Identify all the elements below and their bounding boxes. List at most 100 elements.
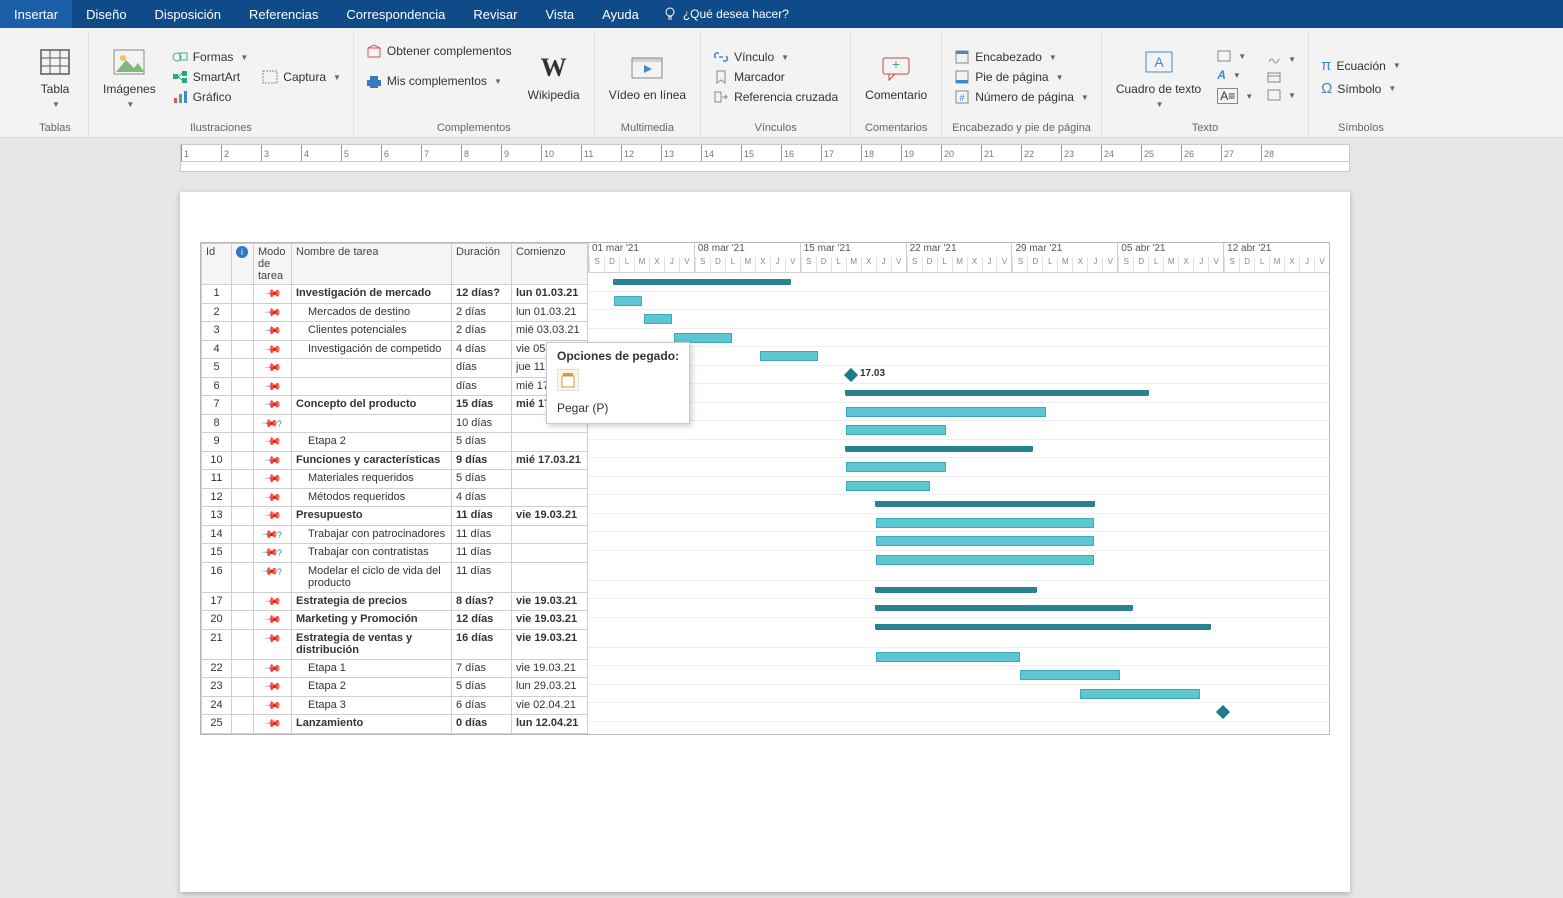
quickparts-button[interactable]: ▼ [1213,48,1257,64]
col-name[interactable]: Nombre de tarea [292,244,452,285]
paste-label[interactable]: Pegar (P) [557,397,679,415]
marcador-button[interactable]: Marcador [709,68,842,86]
task-row[interactable]: 4📌Investigación de competido4 díasvie 05… [202,340,588,359]
summary-bar[interactable] [846,446,1032,452]
group-label-tablas: Tablas [30,120,80,137]
group-label-texto: Texto [1110,120,1300,137]
signature-button[interactable]: ▼ [1263,51,1300,67]
task-bar[interactable] [846,462,946,472]
imagenes-button[interactable]: Imágenes▼ [97,34,162,120]
task-row[interactable]: 17📌Estrategia de precios8 días?vie 19.03… [202,592,588,611]
video-button[interactable]: Vídeo en línea [603,34,692,120]
task-row[interactable]: 10📌Funciones y características9 díasmié … [202,451,588,470]
task-row[interactable]: 6📌díasmié 17.03.21 [202,377,588,396]
grafico-button[interactable]: Gráfico [168,88,253,106]
task-bar[interactable] [876,652,1020,662]
milestone-marker[interactable] [844,367,858,381]
task-bar[interactable] [876,555,1094,565]
col-duration[interactable]: Duración [452,244,512,285]
task-row[interactable]: 1📌Investigación de mercado12 días?lun 01… [202,285,588,304]
obtener-complementos-button[interactable]: Obtener complementos [362,42,516,60]
captura-button[interactable]: Captura▼ [258,68,345,86]
referencia-cruzada-button[interactable]: Referencia cruzada [709,88,842,106]
ribbon-tab-ayuda[interactable]: Ayuda [588,0,653,28]
task-row[interactable]: 12📌Métodos requeridos4 días [202,488,588,507]
task-row[interactable]: 21📌Estrategia de ventas y distribución16… [202,629,588,659]
mis-complementos-button[interactable]: Mis complementos▼ [362,72,516,90]
task-row[interactable]: 16📌?Modelar el ciclo de vida del product… [202,562,588,592]
encabezado-button[interactable]: Encabezado▼ [950,48,1093,66]
task-bar[interactable] [1020,670,1120,680]
wordart-button[interactable]: A▼ [1213,66,1257,84]
task-row[interactable]: 7📌Concepto del producto15 díasmié 17.03.… [202,396,588,415]
group-label-ilustraciones: Ilustraciones [97,120,345,137]
task-bar[interactable] [760,351,818,361]
ribbon-tab-insertar[interactable]: Insertar [0,0,72,28]
gantt-chart-object[interactable]: Id i Modo de tarea Nombre de tarea Durac… [200,242,1330,735]
chart-row [588,329,1329,348]
formas-button[interactable]: Formas▼ [168,48,253,66]
col-mode[interactable]: Modo de tarea [254,244,292,285]
chart-row [588,292,1329,311]
task-row[interactable]: 15📌?Trabajar con contratistas11 días [202,544,588,563]
paste-keep-source-icon[interactable] [557,369,579,391]
col-id[interactable]: Id [202,244,232,285]
col-info[interactable]: i [232,244,254,285]
wikipedia-icon: W [537,51,571,85]
task-row[interactable]: 11📌Materiales requeridos5 días [202,470,588,489]
summary-bar[interactable] [876,501,1094,507]
task-row[interactable]: 20📌Marketing y Promoción12 díasvie 19.03… [202,611,588,630]
pie-pagina-button[interactable]: Pie de página▼ [950,68,1093,86]
comentario-button[interactable]: + Comentario [859,34,933,120]
object-button[interactable]: ▼ [1263,87,1300,103]
task-bar[interactable] [876,518,1094,528]
summary-bar[interactable] [876,605,1132,611]
ribbon-tab-revisar[interactable]: Revisar [459,0,531,28]
chart-row [588,310,1329,329]
col-start[interactable]: Comienzo [512,244,588,285]
summary-bar[interactable] [876,624,1210,630]
ribbon-tab-diseño[interactable]: Diseño [72,0,140,28]
ribbon-tab-correspondencia[interactable]: Correspondencia [332,0,459,28]
task-row[interactable]: 3📌Clientes potenciales2 díasmié 03.03.21 [202,322,588,341]
task-bar[interactable] [846,481,930,491]
task-bar[interactable] [674,333,732,343]
summary-bar[interactable] [876,587,1036,593]
ecuacion-button[interactable]: πEcuación▼ [1317,55,1405,76]
horizontal-ruler[interactable]: 1234567891011121314151617181920212223242… [180,144,1350,162]
summary-bar[interactable] [846,390,1148,396]
task-bar[interactable] [846,407,1046,417]
paste-options-popup[interactable]: Opciones de pegado: Pegar (P) [546,342,690,424]
task-row[interactable]: 24📌Etapa 36 díasvie 02.04.21 [202,696,588,715]
tabla-button[interactable]: Tabla▼ [30,34,80,120]
task-bar[interactable] [876,536,1094,546]
cuadro-texto-button[interactable]: A Cuadro de texto▼ [1110,34,1207,120]
ribbon-tab-disposición[interactable]: Disposición [141,0,235,28]
task-row[interactable]: 22📌Etapa 17 díasvie 19.03.21 [202,659,588,678]
simbolo-button[interactable]: ΩSímbolo▼ [1317,78,1405,99]
task-bar[interactable] [1080,689,1200,699]
vinculo-button[interactable]: Vínculo▼ [709,48,842,66]
task-bar[interactable] [846,425,946,435]
task-row[interactable]: 25📌Lanzamiento0 díaslun 12.04.21 [202,715,588,734]
task-row[interactable]: 8📌?10 días [202,414,588,433]
ribbon-tab-vista[interactable]: Vista [532,0,589,28]
task-row[interactable]: 23📌Etapa 25 díaslun 29.03.21 [202,678,588,697]
task-bar[interactable] [644,314,672,324]
task-row[interactable]: 9📌Etapa 25 días [202,433,588,452]
wikipedia-button[interactable]: W Wikipedia [522,34,586,120]
tell-me-search[interactable]: ¿Qué desea hacer? [653,0,799,28]
task-row[interactable]: 2📌Mercados de destino2 díaslun 01.03.21 [202,303,588,322]
dropcap-button[interactable]: A≡▼ [1213,86,1257,106]
task-row[interactable]: 14📌?Trabajar con patrocinadores11 días [202,525,588,544]
ribbon-tab-referencias[interactable]: Referencias [235,0,332,28]
datetime-button[interactable] [1263,69,1300,85]
numero-pagina-button[interactable]: #Número de página▼ [950,88,1093,106]
summary-bar[interactable] [614,279,790,285]
milestone-marker[interactable] [1216,705,1230,719]
task-row[interactable]: 5📌díasjue 11.03.21 [202,359,588,378]
task-bar[interactable] [614,296,642,306]
gantt-timeline[interactable]: 01 mar '21SDLMXJV08 mar '21SDLMXJV15 mar… [588,243,1329,734]
smartart-button[interactable]: SmartArt [168,68,253,86]
task-row[interactable]: 13📌Presupuesto11 díasvie 19.03.21 [202,507,588,526]
